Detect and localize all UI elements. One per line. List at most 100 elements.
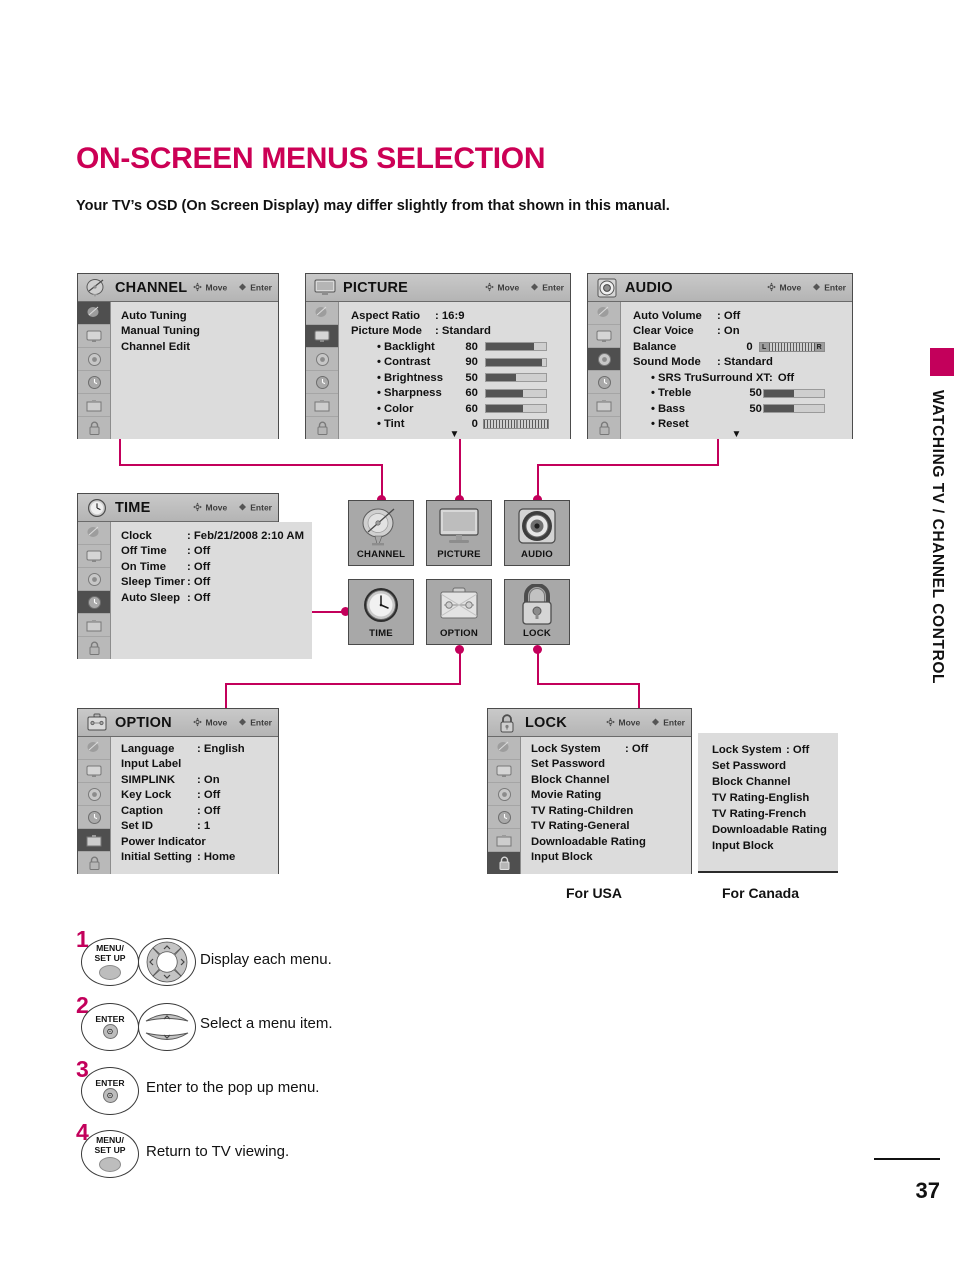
rail-item-time[interactable] (78, 371, 110, 394)
osd-panel-lock-usa[interactable]: LOCK Move Enter Lock System: Off Set Pas… (487, 708, 692, 874)
menu-row[interactable]: Clock: Feb/21/2008 2:10 AM (121, 528, 304, 544)
menu-row-slider[interactable]: • Contrast 90 (351, 355, 562, 371)
rail-item-lock[interactable] (78, 852, 110, 874)
menu-row[interactable]: On Time: Off (121, 559, 304, 575)
osd-rail-picture[interactable] (306, 302, 339, 439)
osd-rail-audio[interactable] (588, 302, 621, 439)
tile-channel[interactable]: CHANNEL (348, 500, 414, 566)
slider-balance[interactable]: L R (758, 341, 825, 352)
menu-row[interactable]: Sleep Timer: Off (121, 575, 304, 591)
rail-item-picture[interactable] (78, 760, 110, 783)
menu-row[interactable]: Input Block (531, 850, 683, 866)
menu-row[interactable]: Initial Setting: Home (121, 850, 270, 866)
menu-row[interactable]: • SRS TruSurround XT: Off (633, 370, 844, 386)
slider-treble[interactable] (762, 388, 825, 398)
menu-row-slider[interactable]: • Color 60 (351, 401, 562, 417)
menu-row[interactable]: Language: English (121, 741, 270, 757)
scroll-down-arrow-icon[interactable]: ▼ (450, 430, 460, 440)
enter-button-2[interactable]: ENTER ⊙ (81, 1003, 139, 1051)
menu-row-slider[interactable]: • Treble 50 (633, 386, 844, 402)
enter-button-3[interactable]: ENTER ⊙ (81, 1067, 139, 1115)
menu-row[interactable]: Auto Tuning (121, 308, 270, 324)
rail-item-audio[interactable] (78, 783, 110, 806)
scroll-down-arrow-icon[interactable]: ▼ (732, 430, 742, 440)
menu-row[interactable]: Auto Volume : Off (633, 308, 844, 324)
rail-item-option[interactable] (306, 394, 338, 417)
rail-item-time[interactable] (78, 806, 110, 829)
menu-row[interactable]: Input Block (712, 838, 828, 854)
rail-item-picture[interactable] (306, 325, 338, 348)
slider-tint[interactable] (482, 419, 549, 430)
osd-panel-picture[interactable]: PICTURE Move Enter Aspect Ratio : 16:9 P… (305, 273, 571, 440)
rail-item-channel[interactable] (488, 737, 520, 760)
slider-sharpness[interactable] (484, 388, 547, 398)
rail-item-audio[interactable] (306, 348, 338, 371)
menu-row-slider[interactable]: • Brightness 50 (351, 370, 562, 386)
menu-row[interactable]: Aspect Ratio : 16:9 (351, 308, 562, 324)
rail-item-lock[interactable] (306, 417, 338, 439)
menu-row[interactable]: Lock System: Off (712, 742, 828, 758)
menu-row[interactable]: Sound Mode : Standard (633, 355, 844, 371)
rail-item-audio[interactable] (488, 783, 520, 806)
menu-row[interactable]: Clear Voice : On (633, 324, 844, 340)
menu-row-slider[interactable]: • Sharpness 60 (351, 386, 562, 402)
slider-color[interactable] (484, 404, 547, 414)
osd-rail-channel[interactable] (78, 302, 111, 439)
rail-item-time[interactable] (588, 371, 620, 394)
menu-row[interactable]: Off Time: Off (121, 544, 304, 560)
rail-item-audio[interactable] (78, 568, 110, 591)
menu-row[interactable]: Power Indicator (121, 834, 270, 850)
rail-item-audio[interactable] (588, 348, 620, 371)
osd-rail-option[interactable] (78, 737, 111, 874)
menu-row[interactable]: Input Label (121, 757, 270, 773)
menu-row[interactable]: Movie Rating (531, 788, 683, 804)
slider-contrast[interactable] (484, 357, 547, 367)
menu-row[interactable]: Manual Tuning (121, 324, 270, 340)
menu-row[interactable]: Channel Edit (121, 339, 270, 355)
menu-row[interactable]: Set ID: 1 (121, 819, 270, 835)
menu-row[interactable]: Downloadable Rating (712, 822, 828, 838)
menu-row-balance[interactable]: Balance 0 L R (633, 339, 844, 355)
rail-item-channel[interactable] (78, 737, 110, 760)
menu-row-slider[interactable]: • Bass 50 (633, 401, 844, 417)
rail-item-picture[interactable] (588, 325, 620, 348)
rail-item-time[interactable] (488, 806, 520, 829)
rail-item-lock[interactable] (488, 852, 520, 874)
menu-row[interactable]: TV Rating-General (531, 819, 683, 835)
menu-row[interactable]: Block Channel (712, 774, 828, 790)
rail-item-channel[interactable] (588, 302, 620, 325)
menu-row[interactable]: Caption: Off (121, 803, 270, 819)
tile-audio[interactable]: AUDIO (504, 500, 570, 566)
menu-row[interactable]: SIMPLINK: On (121, 772, 270, 788)
osd-rail-time[interactable] (78, 522, 111, 659)
tile-option[interactable]: OPTION (426, 579, 492, 645)
rail-item-picture[interactable] (78, 325, 110, 348)
rail-item-audio[interactable] (78, 348, 110, 371)
osd-panel-time[interactable]: TIME Move Enter Clock: Feb/21/2008 2:10 … (77, 493, 312, 659)
up-down-button-2[interactable] (138, 1003, 196, 1051)
menu-setup-button-4[interactable]: MENU/ SET UP (81, 1130, 139, 1178)
menu-row[interactable]: Set Password (531, 757, 683, 773)
menu-row[interactable]: Block Channel (531, 772, 683, 788)
menu-row[interactable]: Key Lock: Off (121, 788, 270, 804)
rail-item-picture[interactable] (78, 545, 110, 568)
menu-row[interactable]: TV Rating-English (712, 790, 828, 806)
slider-backlight[interactable] (484, 342, 547, 352)
menu-row[interactable]: TV Rating-French (712, 806, 828, 822)
menu-row[interactable]: Downloadable Rating (531, 834, 683, 850)
rail-item-option[interactable] (488, 829, 520, 852)
rail-item-channel[interactable] (306, 302, 338, 325)
rail-item-channel[interactable] (78, 302, 110, 325)
osd-panel-audio[interactable]: AUDIO Move Enter Auto Volume : Off Clear… (587, 273, 853, 440)
tile-lock[interactable]: LOCK (504, 579, 570, 645)
menu-row[interactable]: Lock System: Off (531, 741, 683, 757)
lock-canada-box[interactable]: Lock System: Off Set Password Block Chan… (698, 733, 838, 873)
rail-item-time[interactable] (306, 371, 338, 394)
menu-setup-button-1[interactable]: MENU/ SET UP (81, 938, 139, 986)
rail-item-channel[interactable] (78, 522, 110, 545)
menu-row[interactable]: TV Rating-Children (531, 803, 683, 819)
slider-bass[interactable] (762, 404, 825, 414)
rail-item-lock[interactable] (78, 637, 110, 659)
menu-row[interactable]: Set Password (712, 758, 828, 774)
rail-item-lock[interactable] (78, 417, 110, 439)
